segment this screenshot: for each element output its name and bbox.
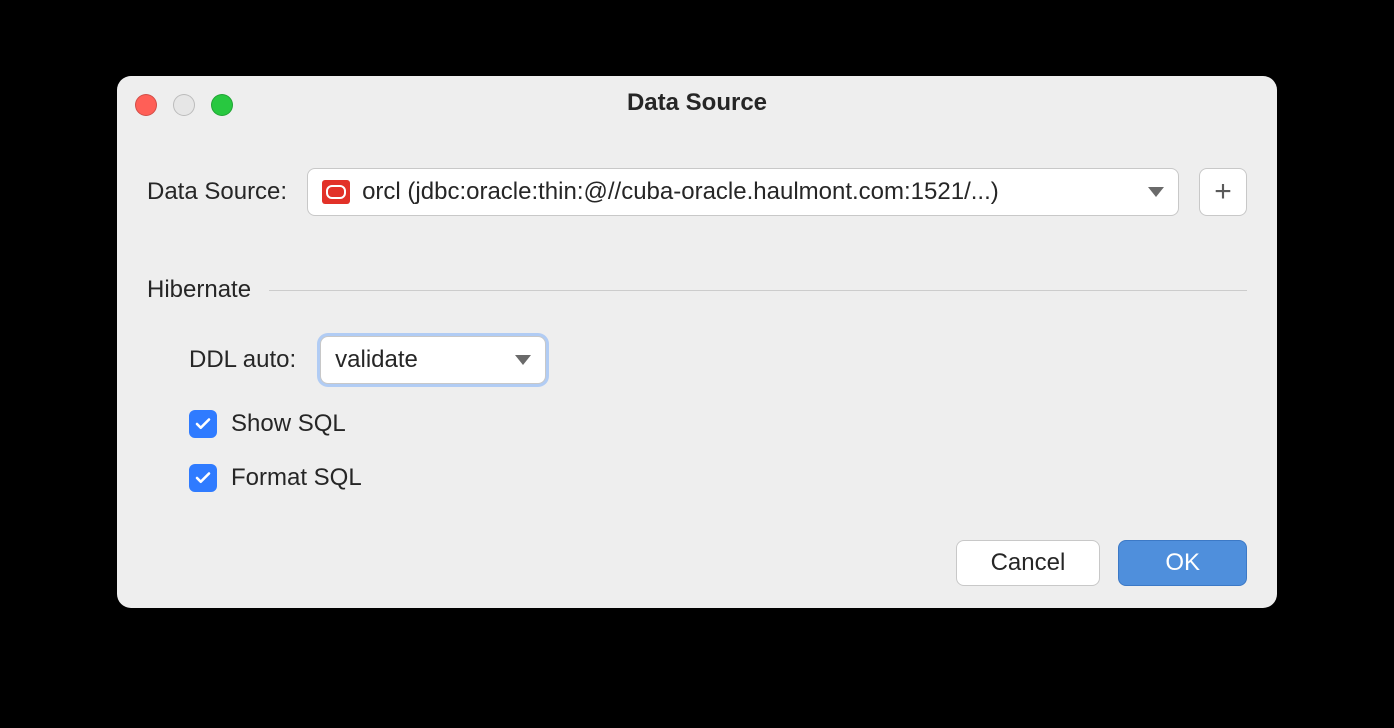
cancel-button[interactable]: Cancel	[956, 540, 1101, 586]
dialog-title: Data Source	[627, 89, 767, 117]
ddl-auto-row: DDL auto: validate	[147, 336, 1247, 384]
data-source-label: Data Source:	[147, 178, 287, 206]
minimize-window-button[interactable]	[173, 94, 195, 116]
add-data-source-button[interactable]: +	[1199, 168, 1247, 216]
show-sql-checkbox[interactable]	[189, 410, 217, 438]
format-sql-checkbox[interactable]	[189, 464, 217, 492]
show-sql-label: Show SQL	[231, 410, 346, 438]
dialog-content: Data Source: orcl (jdbc:oracle:thin:@//c…	[117, 130, 1277, 608]
format-sql-label: Format SQL	[231, 464, 362, 492]
format-sql-row: Format SQL	[147, 464, 1247, 492]
checkmark-icon	[194, 415, 212, 433]
dialog-footer: Cancel OK	[147, 540, 1247, 586]
hibernate-section-header: Hibernate	[147, 276, 1247, 304]
hibernate-section: Hibernate DDL auto: validate Show SQL	[147, 276, 1247, 492]
zoom-window-button[interactable]	[211, 94, 233, 116]
ddl-auto-combo[interactable]: validate	[320, 336, 546, 384]
traffic-lights	[135, 94, 233, 116]
plus-icon: +	[1214, 175, 1232, 209]
data-source-row: Data Source: orcl (jdbc:oracle:thin:@//c…	[147, 168, 1247, 216]
dialog-window: Data Source Data Source: orcl (jdbc:orac…	[117, 76, 1277, 608]
data-source-combo[interactable]: orcl (jdbc:oracle:thin:@//cuba-oracle.ha…	[307, 168, 1179, 216]
ok-button[interactable]: OK	[1118, 540, 1247, 586]
chevron-down-icon	[515, 355, 531, 365]
data-source-selected: orcl (jdbc:oracle:thin:@//cuba-oracle.ha…	[362, 178, 1136, 206]
oracle-icon	[322, 180, 350, 204]
hibernate-label: Hibernate	[147, 276, 251, 304]
ddl-auto-value: validate	[335, 346, 503, 374]
checkmark-icon	[194, 469, 212, 487]
ddl-auto-label: DDL auto:	[189, 346, 296, 374]
show-sql-row: Show SQL	[147, 410, 1247, 438]
chevron-down-icon	[1148, 187, 1164, 197]
close-window-button[interactable]	[135, 94, 157, 116]
titlebar: Data Source	[117, 76, 1277, 130]
section-divider	[269, 290, 1247, 291]
